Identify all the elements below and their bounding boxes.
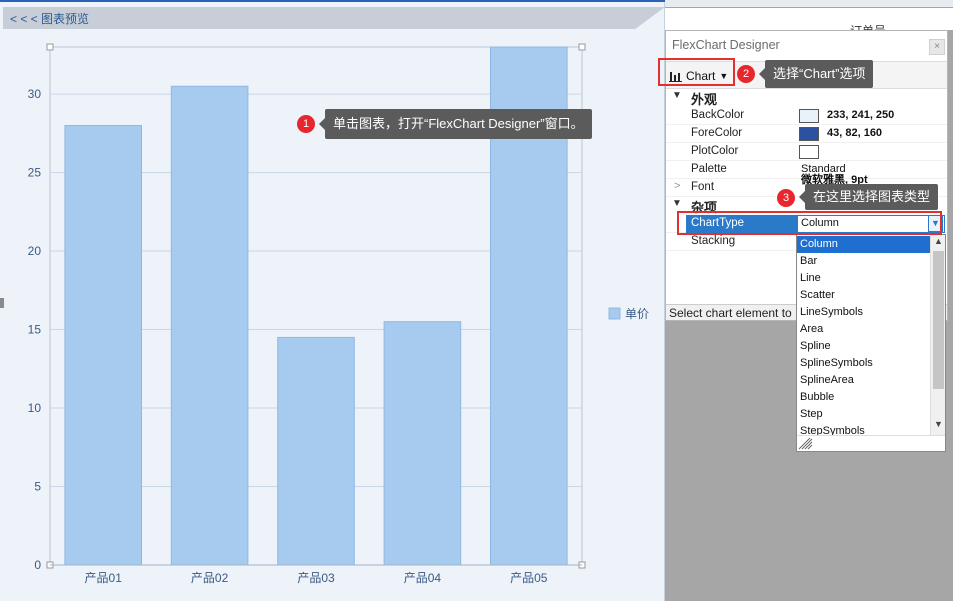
chevron-up-icon[interactable]: ▲ [931,236,945,246]
plot-resize-handle[interactable] [578,43,586,51]
dropdown-option-splinesymbols[interactable]: SplineSymbols [797,355,930,372]
property-name: Palette [691,163,727,175]
y-tick-label: 0 [34,558,41,572]
dropdown-option-step[interactable]: Step [797,406,930,423]
background-strip [665,0,953,8]
y-tick-label: 30 [28,87,42,101]
close-icon: × [934,41,940,52]
chevron-right-icon[interactable]: > [674,180,680,192]
dropdown-option-splinearea[interactable]: SplineArea [797,372,930,389]
dropdown-option-spline[interactable]: Spline [797,338,930,355]
legend-swatch [608,307,621,320]
chart-preview-panel: < < < 图表预览 0 5 10 15 20 25 30 产品01 产品02 产品03 产品04 产… [0,0,665,601]
preview-tab-title: < < < 图表预览 [10,12,90,26]
step-badge-1: 1 [297,115,315,133]
chevron-down-icon[interactable]: ▼ [931,419,945,429]
y-tick-label: 20 [28,244,42,258]
dropdown-option-scatter[interactable]: Scatter [797,287,930,304]
plot-resize-handle[interactable] [46,43,54,51]
chevron-down-icon: ▼ [672,90,682,101]
dropdown-option-bubble[interactable]: Bubble [797,389,930,406]
close-button[interactable]: × [929,39,945,55]
bar-产品03[interactable] [277,336,355,566]
category-label: 外观 [691,92,718,107]
scrollbar[interactable]: ▲ ▼ [930,235,945,435]
property-name: ForeColor [691,127,743,139]
x-tick-label: 产品03 [297,571,335,585]
y-tick-label: 5 [34,480,41,494]
dropdown-option-bar[interactable]: Bar [797,253,930,270]
resize-grip-icon [798,437,813,450]
dropdown-option-column[interactable]: Column [797,236,930,253]
resize-grip[interactable] [797,435,945,451]
y-tick-label: 25 [28,166,42,180]
preview-tab[interactable]: < < < 图表预览 [3,7,665,29]
property-name: BackColor [691,109,745,121]
designer-title: FlexChart Designer [672,38,780,52]
dropdown-option-line[interactable]: Line [797,270,930,287]
callout-step1: 单击图表，打开“FlexChart Designer”窗口。 [319,109,592,139]
x-tick-label: 产品04 [404,571,442,585]
chart-legend: 单价 [608,307,649,321]
background-header [665,8,953,30]
color-swatch[interactable] [799,109,819,123]
property-name: Stacking [691,235,736,247]
y-tick-label: 15 [28,323,42,337]
y-tick-label: 10 [28,401,42,415]
property-name: PlotColor [691,145,739,157]
property-forecolor[interactable]: ForeColor 43, 82, 160 [666,125,947,143]
color-swatch[interactable] [799,145,819,159]
callout-step2: 选择“Chart”选项 [758,60,874,88]
x-tick-label: 产品01 [85,571,123,585]
charttype-dropdown-list[interactable]: Column Bar Line Scatter LineSymbols Area Splin… [796,234,946,452]
bar-产品04[interactable] [383,321,462,566]
scrollbar-thumb[interactable] [933,251,944,389]
step-badge-3: 3 [777,189,795,207]
dropdown-option-area[interactable]: Area [797,321,930,338]
x-tick-label: 产品02 [191,571,229,585]
highlight-chart-button [658,58,735,86]
property-value: 43, 82, 160 [827,127,883,139]
color-swatch[interactable] [799,127,819,141]
property-backcolor[interactable]: BackColor 233, 241, 250 [666,107,947,125]
status-text: Select chart element to [669,306,792,320]
category-appearance[interactable]: ▼ 外观 [666,89,947,107]
preview-top-accent [0,0,665,2]
chevron-down-icon: ▼ [672,198,682,209]
bar-产品02[interactable] [170,85,249,566]
property-plotcolor[interactable]: PlotColor [666,143,947,161]
callout-step3: 在这里选择图表类型 [798,184,939,210]
property-value: 233, 241, 250 [827,109,895,121]
property-name: Font [691,181,715,193]
highlight-charttype-row [677,211,942,235]
x-tick-label: 产品05 [510,571,548,585]
step-badge-2: 2 [737,65,755,83]
bar-产品01[interactable] [64,124,143,566]
legend-label: 单价 [625,307,649,321]
dropdown-option-linesymbols[interactable]: LineSymbols [797,304,930,321]
